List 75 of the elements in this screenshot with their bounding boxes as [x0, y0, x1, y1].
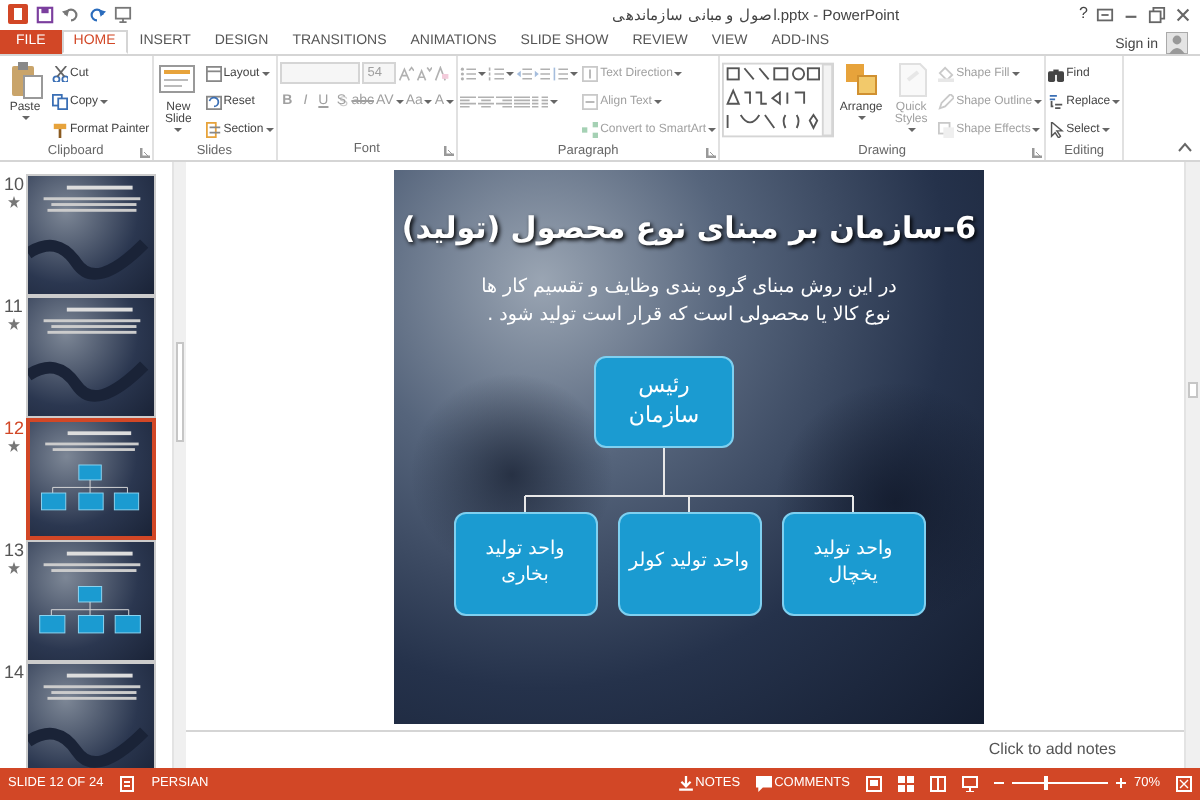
slide-number: 11: [4, 296, 22, 318]
fit-to-window-icon[interactable]: [1176, 776, 1192, 792]
align-right-icon: [496, 93, 513, 109]
slide-canvas[interactable]: 6-سازمان بر مبنای نوع محصول (تولید) در این روش مبنای گروه بندی وظایف و تقسیم کار ها نوع کالا یا محصولی است که قرار است تولید شود . رئیس سازمان واحد تولید یخچال واحد تولید کولر واحد تولید بخاری: [394, 170, 984, 724]
layout-icon: [205, 65, 222, 81]
org-chart-box[interactable]: واحد تولید بخاری: [453, 511, 597, 615]
slide-number: 14: [4, 662, 22, 684]
pencil-icon: [938, 93, 955, 109]
replace-icon: [1048, 93, 1065, 109]
slide-scrollbar[interactable]: [1184, 162, 1200, 768]
shapes-gallery[interactable]: [722, 60, 835, 140]
slide-thumbnail[interactable]: [26, 296, 156, 418]
dialog-launcher-icon[interactable]: [444, 145, 455, 155]
org-chart-box[interactable]: رئیس سازمان: [594, 355, 734, 447]
reset-icon: [205, 93, 222, 109]
scissors-icon: [52, 65, 68, 81]
paintbrush-icon: [52, 121, 68, 137]
slide-thumbnail[interactable]: [26, 174, 156, 296]
clear-format-icon: [433, 65, 450, 81]
scrollbar-thumb[interactable]: [1188, 382, 1198, 398]
org-chart-box[interactable]: واحد تولید یخچال: [781, 511, 925, 615]
org-chart-box[interactable]: واحد تولید کولر: [617, 511, 761, 615]
align-text-icon: [582, 93, 599, 109]
slide-number: 13: [4, 540, 22, 562]
slide-body-text[interactable]: در این روش مبنای گروه بندی وظایف و تقسیم کار ها نوع کالا یا محصولی است که قرار است تولید شود .: [474, 274, 904, 331]
paint-bucket-icon: [938, 65, 955, 81]
ribbon-display-icon[interactable]: [1096, 5, 1114, 23]
increase-indent-icon: [534, 65, 551, 81]
normal-view-icon[interactable]: [865, 776, 882, 792]
restore-icon[interactable]: [1148, 5, 1166, 23]
slide-number: 12: [4, 418, 22, 440]
undo-icon[interactable]: [62, 5, 80, 23]
app-logo-icon: [8, 4, 28, 24]
decrease-indent-icon: [516, 65, 533, 81]
bullet-list-icon: [460, 65, 477, 81]
notes-placeholder[interactable]: Click to add notes: [988, 740, 1116, 760]
slide-title[interactable]: 6-سازمان بر مبنای نوع محصول (تولید): [394, 210, 984, 246]
reading-view-icon[interactable]: [929, 776, 946, 792]
slide-sorter-icon[interactable]: [897, 776, 914, 792]
dialog-launcher-icon[interactable]: [139, 147, 150, 157]
close-icon[interactable]: [1174, 5, 1192, 23]
zoom-out-icon[interactable]: [993, 778, 1004, 789]
dialog-launcher-icon[interactable]: [1032, 147, 1043, 157]
thumbnail-scrollbar[interactable]: [172, 162, 186, 768]
numbered-list-icon: [488, 65, 505, 81]
slider-thumb[interactable]: [1043, 776, 1048, 791]
smartart-icon: [582, 121, 599, 137]
comment-icon: [756, 776, 773, 792]
slide-number: 10: [4, 174, 22, 196]
copy-icon: [52, 93, 68, 109]
zoom-in-icon[interactable]: [1115, 778, 1126, 789]
slide-thumbnail[interactable]: [26, 540, 156, 662]
help-button[interactable]: ?: [1079, 4, 1088, 24]
section-icon: [205, 121, 222, 137]
font-grow-icon: [397, 65, 414, 81]
dialog-launcher-icon[interactable]: [706, 147, 717, 157]
shape-effects-icon: [938, 121, 955, 137]
slide-thumbnail[interactable]: [26, 662, 156, 768]
save-icon[interactable]: [36, 5, 54, 23]
binoculars-icon: [1048, 65, 1065, 81]
redo-icon[interactable]: [88, 5, 106, 23]
text-direction-icon: [582, 65, 599, 81]
columns-icon: [532, 93, 549, 109]
align-left-icon: [460, 93, 477, 109]
align-center-icon: [478, 93, 495, 109]
font-shrink-icon: [415, 65, 432, 81]
justify-icon: [514, 93, 531, 109]
collapse-ribbon-icon[interactable]: [1178, 142, 1192, 152]
notes-icon: [677, 776, 694, 792]
slideshow-icon[interactable]: [961, 776, 978, 792]
arrange-icon: [841, 60, 882, 100]
line-spacing-icon: [552, 65, 569, 81]
slideshow-start-icon[interactable]: [114, 5, 132, 23]
cursor-icon: [1048, 121, 1065, 137]
slide-thumbnail[interactable]: [26, 418, 156, 540]
